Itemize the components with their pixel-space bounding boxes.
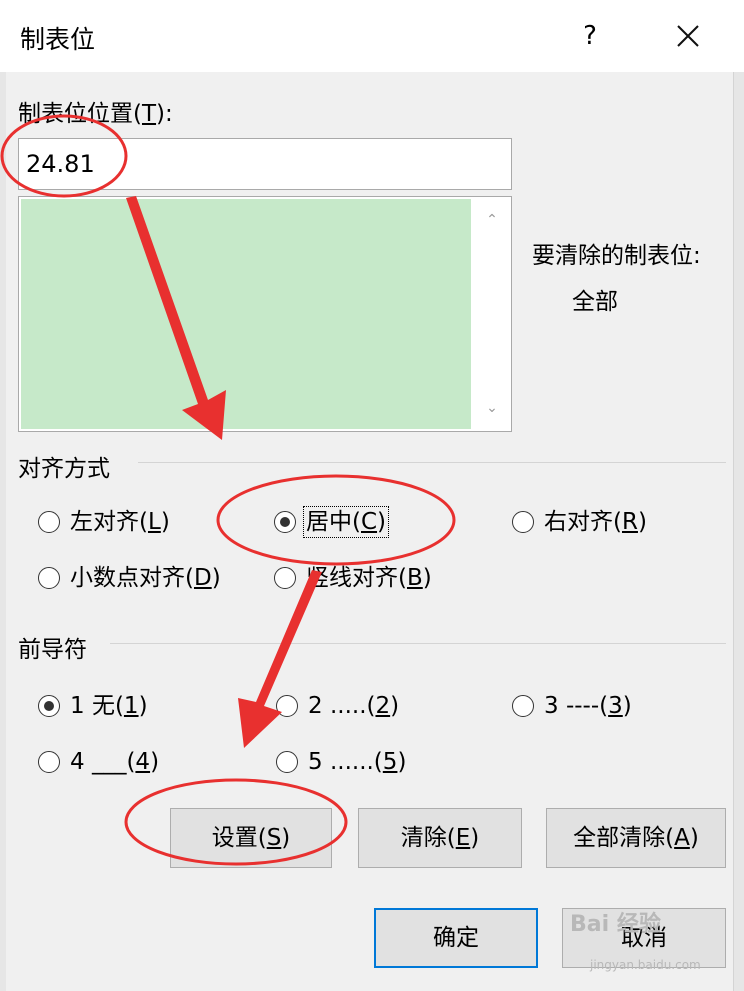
set-button[interactable]: 设置(S) [170,808,332,868]
watermark-brand: Bai 经验 [570,912,661,937]
align-bar-radio[interactable]: 竖线对齐(B) [274,564,432,592]
close-icon [677,25,699,47]
radio-circle-selected [274,511,296,533]
tabs-to-clear-value: 全部 [572,289,618,315]
window-right-edge [733,72,744,991]
radio-circle [38,511,60,533]
radio-circle [276,751,298,773]
tab-position-label: 制表位位置(T): [18,101,173,127]
radio-circle [512,695,534,717]
watermark-url: jingyan.baidu.com [590,958,701,972]
align-center-radio[interactable]: 居中(C) [274,506,390,538]
leader-dashes-radio[interactable]: 3 ----(3) [512,692,632,720]
dialog-title: 制表位 [20,25,96,54]
tab-stop-list-scrollbar[interactable]: ⌃ ⌄ [473,197,511,431]
radio-circle [38,567,60,589]
chevron-down-icon[interactable]: ⌄ [483,399,501,417]
tab-stop-list-area [21,199,471,429]
title-bar: 制表位 ? [0,0,744,72]
alignment-group-label: 对齐方式 [18,456,110,482]
clear-all-button[interactable]: 全部清除(A) [546,808,726,868]
align-center-label: 居中(C) [302,506,390,538]
ok-button[interactable]: 确定 [374,908,538,968]
align-decimal-radio[interactable]: 小数点对齐(D) [38,564,221,592]
leader-group-label: 前导符 [18,637,87,663]
radio-circle-selected [38,695,60,717]
leader-divider [110,643,726,644]
alignment-divider [138,462,726,463]
window-left-edge [0,72,6,991]
align-right-radio[interactable]: 右对齐(R) [512,508,647,536]
tabs-to-clear-label: 要清除的制表位: [532,243,701,269]
align-left-radio[interactable]: 左对齐(L) [38,508,170,536]
tab-position-input[interactable]: 24.81 [18,138,512,190]
radio-circle [512,511,534,533]
close-button[interactable] [660,14,716,58]
tab-stop-list[interactable]: ⌃ ⌄ [18,196,512,432]
leader-underline-radio[interactable]: 4 ___(4) [38,748,159,776]
leader-none-radio[interactable]: 1 无(1) [38,692,148,720]
leader-dots-radio[interactable]: 2 .....(2) [276,692,399,720]
radio-circle [38,751,60,773]
radio-circle [276,695,298,717]
annotation-arrow-set [238,570,322,748]
radio-circle [274,567,296,589]
help-button[interactable]: ? [570,14,610,58]
leader-middle-dots-radio[interactable]: 5 ......(5) [276,748,406,776]
chevron-up-icon[interactable]: ⌃ [483,211,501,229]
clear-button[interactable]: 清除(E) [358,808,522,868]
